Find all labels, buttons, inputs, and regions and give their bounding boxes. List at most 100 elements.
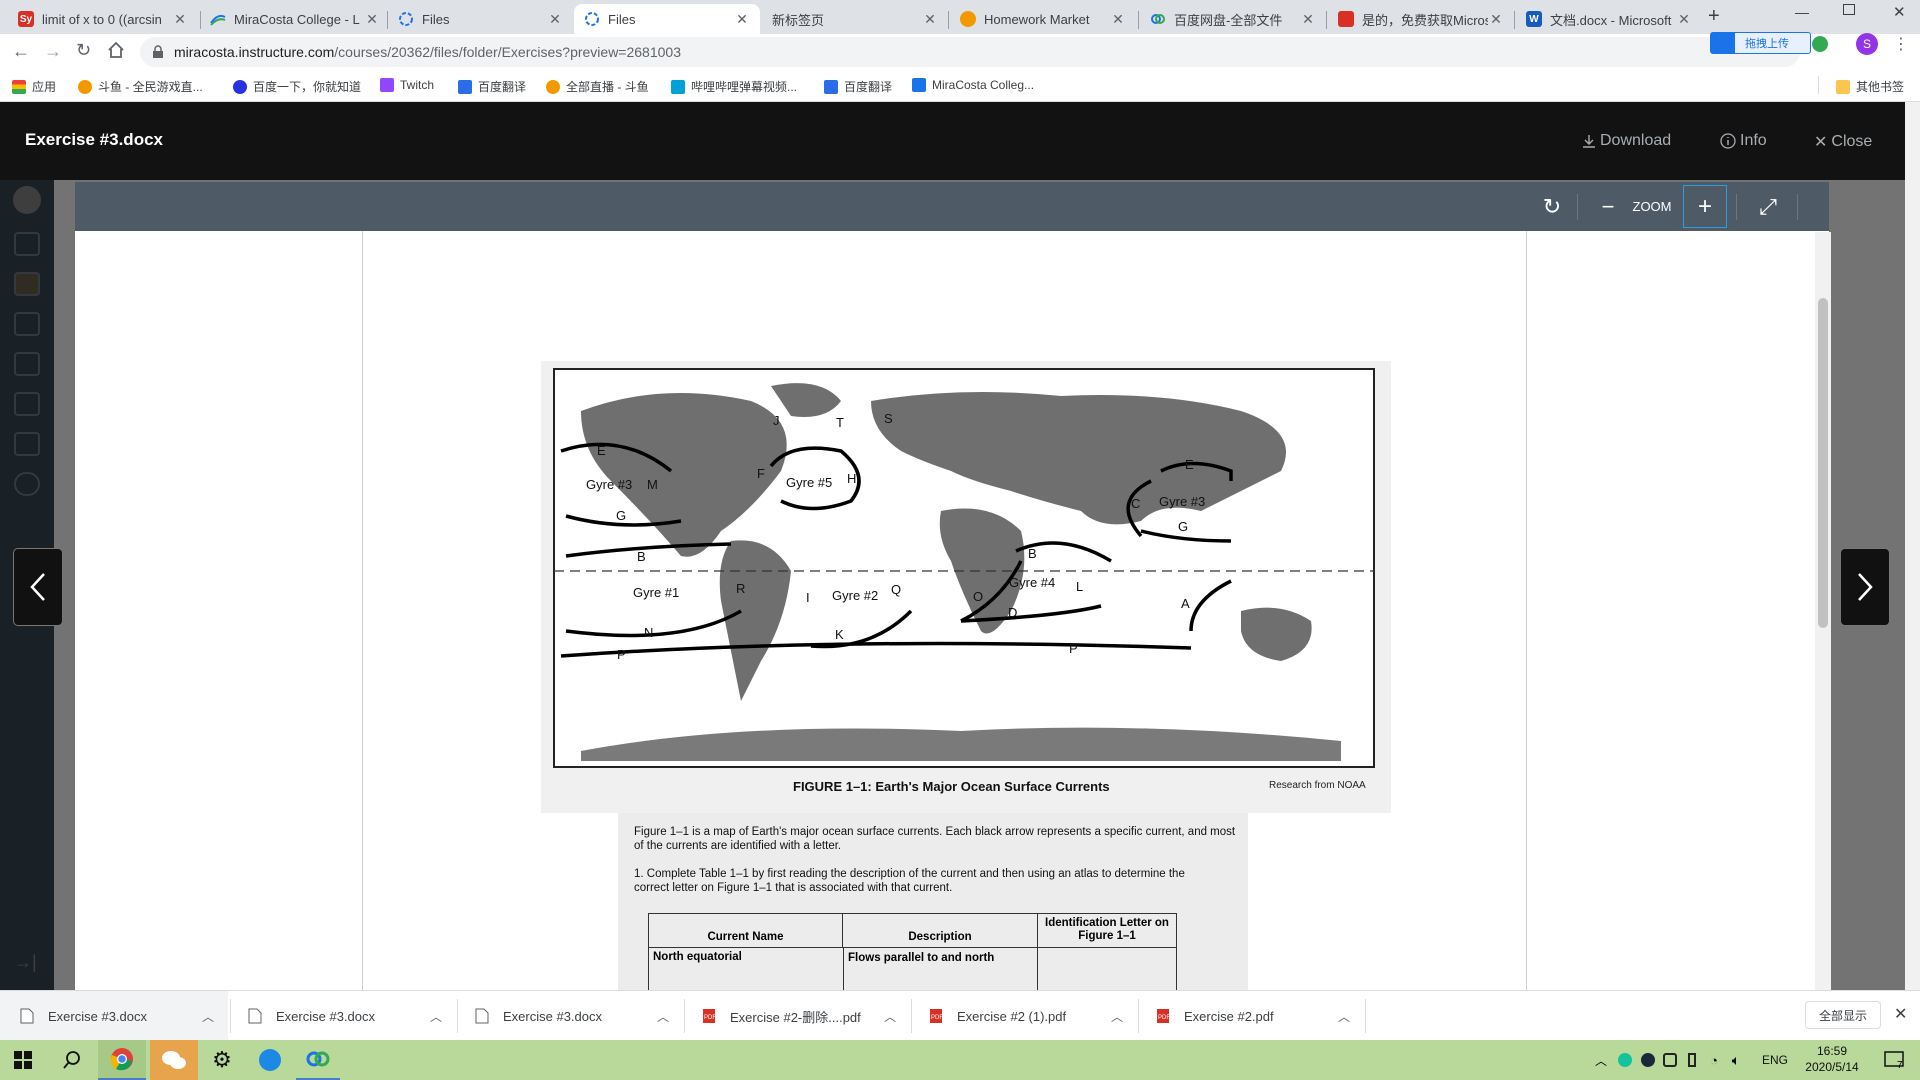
close-icon[interactable]: ✕ [1110,11,1126,28]
page-scrollbar[interactable] [1905,102,1920,990]
baidu-upload-widget[interactable]: 拖拽上传 [1710,32,1811,54]
folder-icon [1836,79,1850,94]
close-shelf-button[interactable]: ✕ [1894,1004,1907,1024]
tab-baidu-pan[interactable]: 百度网盘-全部文件 ✕ [1140,4,1326,34]
toolbar-separator [1577,194,1578,220]
chevron-up-icon[interactable]: ︿ [657,1008,669,1025]
feishu-icon [259,1049,281,1071]
tab-free-microsoft[interactable]: 是的，免费获取Micros ✕ [1328,4,1514,34]
address-bar[interactable]: miracosta.instructure.com/courses/20362/… [140,37,1800,67]
language-indicator[interactable]: ENG [1760,1040,1790,1080]
chevron-up-icon[interactable]: ︿ [1338,1008,1350,1025]
app-taskbar-button[interactable] [248,1040,292,1080]
download-item[interactable]: Exercise #3.docx ︿ [0,991,228,1041]
home-button[interactable] [107,41,125,64]
notifications-button[interactable]: 7 [1877,1040,1911,1080]
close-icon[interactable]: ✕ [364,11,380,28]
chrome-taskbar-button[interactable] [98,1040,146,1080]
bookmark-baidu[interactable]: 百度一下，你就知道 [233,78,361,95]
close-icon[interactable]: ✕ [172,11,188,28]
close-icon[interactable]: ✕ [1300,11,1316,28]
close-icon[interactable]: ✕ [734,11,750,28]
chevron-up-icon[interactable]: ︿ [202,1008,214,1025]
network-tray-icon[interactable] [1660,1040,1680,1080]
tab-word-doc[interactable]: W 文档.docx - Microsoft ✕ [1516,4,1702,34]
bookmark-other[interactable]: 其他书签 [1836,78,1904,95]
pdf-icon: PDF [1157,1009,1170,1023]
tab-miracosta[interactable]: MiraCosta College - L ✕ [200,4,390,34]
bookmark-label: MiraCosta Colleg... [932,78,1035,92]
download-item[interactable]: PDF Exercise #2-删除....pdf ︿ [684,991,910,1041]
next-file-button[interactable] [1840,548,1890,626]
chevron-up-icon[interactable]: ︿ [1592,1040,1610,1080]
bookmark-apps[interactable]: 应用 [12,78,56,95]
bookmark-douyu-live[interactable]: 全部直播 - 斗鱼 [546,78,649,95]
tab-files-1[interactable]: Files ✕ [388,4,573,34]
zoom-out-button[interactable]: − [1590,182,1626,231]
wifi-tray-icon[interactable]: ◔ [1704,1040,1724,1080]
close-icon[interactable]: ✕ [922,11,938,28]
tab-files-active[interactable]: Files ✕ [574,4,760,34]
close-icon[interactable]: ✕ [1676,11,1692,28]
reload-button[interactable]: ↻ [76,40,91,61]
system-clock[interactable]: 16:59 2020/5/14 [1796,1043,1868,1075]
profile-avatar[interactable]: S [1856,33,1878,55]
chevron-up-icon[interactable]: ︿ [430,1008,442,1025]
rotate-button[interactable]: ↻ [1532,182,1572,231]
baidu-pan-icon [1711,33,1735,53]
bookmark-baidu-translate-1[interactable]: 百度翻译 [458,78,526,95]
menu-icon[interactable]: ⋮ [1893,34,1909,54]
scrollbar-thumb[interactable] [1818,298,1828,628]
download-item[interactable]: Exercise #3.docx ︿ [230,991,456,1041]
download-item[interactable]: Exercise #3.docx ︿ [457,991,683,1041]
maximize-button[interactable] [1843,4,1855,15]
chevron-up-icon[interactable]: ︿ [884,1008,896,1025]
download-button[interactable]: Download [1582,132,1671,150]
info-button[interactable]: Info [1720,132,1767,150]
steam-tray-icon[interactable] [1638,1040,1658,1080]
download-item[interactable]: PDF Exercise #2 (1).pdf ︿ [911,991,1137,1041]
bookmark-miracosta[interactable]: MiraCosta Colleg... [912,78,1034,92]
current-letter: Q [891,582,901,597]
search-button[interactable] [50,1040,94,1080]
window-close-button[interactable]: ✕ [1893,3,1906,21]
download-icon [1583,135,1595,148]
wifi-icon: ◔ [1710,1052,1718,1068]
tab-new-tab-page[interactable]: 新标签页 ✕ [762,4,948,34]
tab-limit[interactable]: Sy limit of x to 0 ((arcsin ✕ [8,4,198,34]
tab-homework-market[interactable]: Homework Market ✕ [950,4,1136,34]
fullscreen-button[interactable]: ⤢ [1748,182,1788,231]
bookmark-douyu[interactable]: 斗鱼 - 全民游戏直... [78,78,203,95]
viewer-scrollbar[interactable] [1815,232,1831,990]
settings-taskbar-button[interactable]: ⚙ [200,1040,244,1080]
close-icon[interactable]: ✕ [547,11,563,28]
previous-file-button[interactable] [13,548,63,626]
document-icon [1338,11,1354,27]
battery-icon [1688,1053,1696,1067]
forward-button[interactable]: → [44,41,62,62]
chrome-icon [110,1048,133,1071]
volume-tray-icon[interactable]: 🔈︎ [1726,1040,1746,1080]
zoom-in-button[interactable]: + [1683,185,1727,228]
bookmark-baidu-translate-2[interactable]: 百度翻译 [824,78,892,95]
bookmark-bilibili[interactable]: 哔哩哔哩弹幕视频... [671,78,797,95]
current-letter: I [806,590,810,605]
download-item[interactable]: PDF Exercise #2.pdf ︿ [1138,991,1364,1041]
minimize-button[interactable]: — [1795,4,1809,20]
intro-paragraph: Figure 1–1 is a map of Earth's major oce… [634,826,1236,852]
wechat-taskbar-button[interactable] [150,1040,198,1080]
back-button[interactable]: ← [12,41,30,62]
chevron-up-icon[interactable]: ︿ [1111,1008,1123,1025]
grammarly-tray-icon[interactable] [1615,1040,1635,1080]
grammarly-icon[interactable] [1812,36,1828,52]
close-preview-button[interactable]: ✕ Close [1814,132,1872,152]
battery-tray-icon[interactable] [1682,1040,1702,1080]
close-icon[interactable]: ✕ [1488,11,1504,28]
show-all-button[interactable]: 全部显示 [1805,1001,1881,1029]
new-tab-button[interactable]: + [1708,5,1720,28]
loading-icon [398,11,414,27]
bookmark-twitch[interactable]: Twitch [380,78,434,92]
shelf-separator [1365,999,1366,1033]
baidu-pan-taskbar-button[interactable] [296,1040,340,1080]
start-button[interactable] [0,1040,46,1080]
